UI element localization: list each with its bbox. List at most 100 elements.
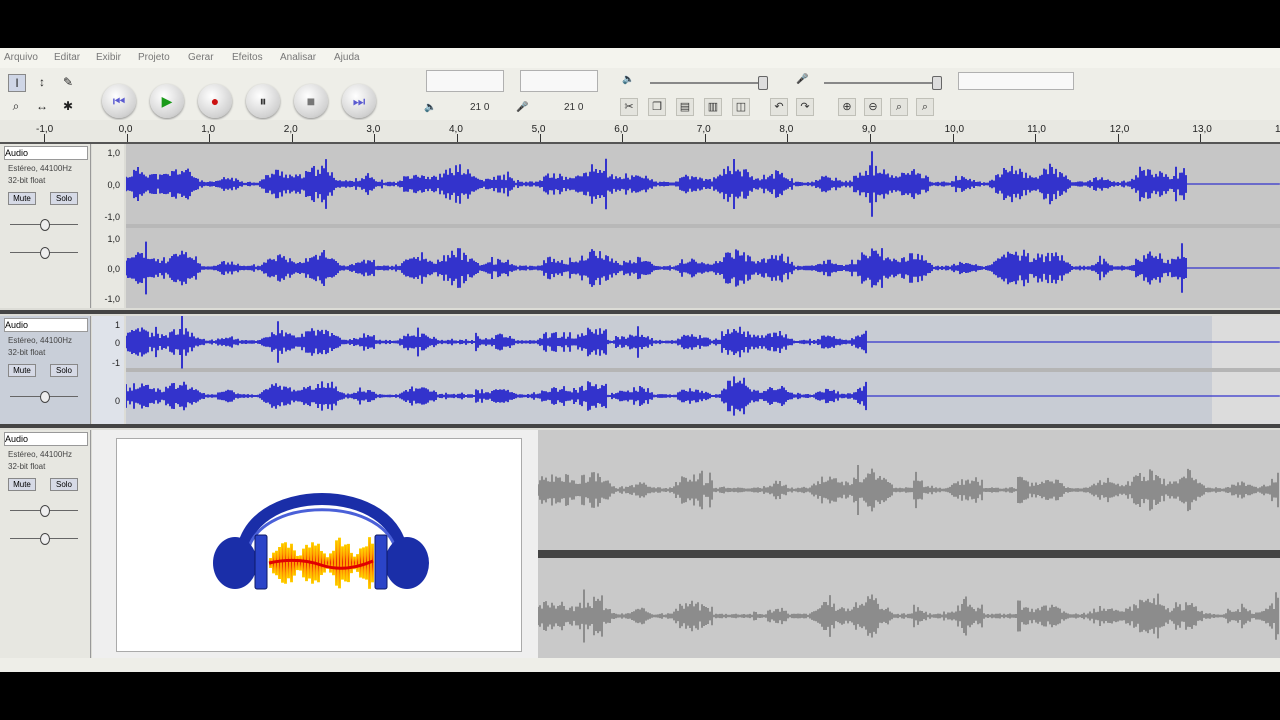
audacity-logo-icon <box>213 493 429 590</box>
ruler-tick-label: 0,0 <box>118 124 133 135</box>
logo-flame-bar <box>338 537 341 589</box>
menu-item-arquivo[interactable]: Arquivo <box>4 52 38 63</box>
track-2-gain-thumb[interactable] <box>40 391 50 403</box>
playback-volume-slider[interactable] <box>650 82 768 84</box>
ruler-tick <box>1035 134 1037 142</box>
track-1-vertical-ruler: 1,0 0,0 -1,0 1,0 0,0 -1,0 <box>92 144 124 308</box>
playback-volume-thumb[interactable] <box>758 76 768 90</box>
track-2-mute-button[interactable]: Mute <box>8 364 36 377</box>
ruler-tick <box>291 134 293 142</box>
logo-flame-bar <box>299 555 302 571</box>
mic-icon: 🎤 <box>516 102 529 113</box>
track-1-pan-thumb[interactable] <box>40 247 50 259</box>
playback-meter-levels: 21 0 <box>470 102 490 113</box>
logo-flame-bar <box>281 543 284 583</box>
logo-flame-bar <box>329 553 332 573</box>
ruler-tick <box>457 134 458 142</box>
menu-item-gerar[interactable]: Gerar <box>188 52 214 63</box>
logo-flame-bar <box>347 543 350 583</box>
ruler-tick-label: 13,0 <box>1192 124 1212 135</box>
track-3-bitdepth: 32-bit float <box>8 462 46 471</box>
cut-icon[interactable]: ✂ <box>620 98 638 116</box>
play-button[interactable]: ▶ <box>150 84 184 118</box>
logo-flame-bar <box>341 546 344 580</box>
ruler-tick-label: 10,0 <box>944 124 965 135</box>
pause-button[interactable]: ⏸ <box>246 84 280 118</box>
playback-meter[interactable] <box>426 70 504 92</box>
copy-icon[interactable]: ❐ <box>648 98 666 116</box>
ruler-tick <box>1200 134 1202 142</box>
track-1-solo-button[interactable]: Solo <box>50 192 78 205</box>
skip-end-button[interactable]: ⏭ <box>342 84 376 118</box>
menu-item-editar[interactable]: Editar <box>54 52 80 63</box>
ruler-tick <box>126 134 128 142</box>
multi-tool-icon[interactable]: ✱ <box>60 98 76 114</box>
logo-flame-bar <box>284 542 287 584</box>
track-3-waveform[interactable] <box>538 430 1280 658</box>
envelope-tool-icon[interactable]: ↕ <box>34 74 50 90</box>
draw-tool-icon[interactable]: ✎ <box>60 74 76 90</box>
ruler-tick-label: 4,0 <box>449 124 463 135</box>
redo-icon[interactable]: ↷ <box>796 98 814 116</box>
ruler-tick <box>44 134 45 142</box>
track-1-waveform[interactable] <box>126 144 1280 308</box>
ruler-tick <box>209 134 211 142</box>
input-device-select[interactable] <box>958 72 1074 90</box>
track-1-name[interactable]: Audio <box>4 146 88 160</box>
record-volume-slider[interactable] <box>824 82 942 84</box>
track-3-gain-thumb[interactable] <box>40 505 50 517</box>
menu-item-efeitos[interactable]: Efeitos <box>232 52 263 63</box>
timeline-ruler[interactable]: -1,0 0,0 1,0 2,0 3,0 4,0 5,0 6,0 7,0 8,0 9,0 10,0 11… <box>0 120 1280 144</box>
track-2-solo-button[interactable]: Solo <box>50 364 78 377</box>
track-2-format: Estéreo, 44100Hz <box>8 336 73 345</box>
stop-button[interactable]: ■ <box>294 84 328 118</box>
zoom-in-icon[interactable]: ⊕ <box>838 98 856 116</box>
volume-icon: 🔈 <box>622 74 635 85</box>
track-3-solo-button[interactable]: Solo <box>50 478 78 491</box>
ruler-tick-label: 12,0 <box>1109 124 1130 135</box>
track-3-pan-thumb[interactable] <box>40 533 50 545</box>
track-1-mute-button[interactable]: Mute <box>8 192 36 205</box>
skip-start-button[interactable]: ⏮ <box>102 84 136 118</box>
fit-project-icon[interactable]: ⌕ <box>916 98 934 116</box>
undo-icon[interactable]: ↶ <box>770 98 788 116</box>
menu-item-exibir[interactable]: Exibir <box>96 52 121 63</box>
audacity-logo-card <box>116 438 522 652</box>
audacity-window: Arquivo Editar Exibir Projeto Gerar Efei… <box>0 48 1280 672</box>
paste-icon[interactable]: ▤ <box>676 98 694 116</box>
fit-selection-icon[interactable]: ⌕ <box>890 98 908 116</box>
logo-flame-bar <box>290 543 293 583</box>
zoom-tool-icon[interactable]: ⌕ <box>8 98 24 114</box>
track-3-mute-button[interactable]: Mute <box>8 478 36 491</box>
silence-icon[interactable]: ◫ <box>732 98 750 116</box>
menu-item-analisar[interactable]: Analisar <box>280 52 316 63</box>
record-meter[interactable] <box>520 70 598 92</box>
track-3-control-panel[interactable]: Audio Estéreo, 44100Hz 32-bit float Mute… <box>0 430 91 658</box>
zoom-out-icon[interactable]: ⊖ <box>864 98 882 116</box>
ruler-tick <box>952 134 954 142</box>
menu-item-projeto[interactable]: Projeto <box>138 52 170 63</box>
logo-flame-bar <box>296 555 299 571</box>
record-volume-thumb[interactable] <box>932 76 942 90</box>
ruler-tick-label: 5,0 <box>531 124 546 135</box>
trim-icon[interactable]: ▥ <box>704 98 722 116</box>
track-2-bitdepth: 32-bit float <box>8 348 46 357</box>
record-meter-levels: 21 0 <box>564 102 584 113</box>
track-2-control-panel[interactable]: Audio Estéreo, 44100Hz 32-bit float Mute… <box>0 316 91 424</box>
logo-flame-bar <box>344 544 347 582</box>
track-2-waveform[interactable] <box>126 316 1280 424</box>
menu-item-ajuda[interactable]: Ajuda <box>334 52 360 63</box>
track-2-name[interactable]: Audio <box>4 318 88 332</box>
ruler-tick-label: 8,0 <box>779 124 794 135</box>
ruler-tick-label: 1,0 <box>201 124 216 135</box>
record-button[interactable]: ● <box>198 84 232 118</box>
timeshift-tool-icon[interactable]: ↔ <box>34 98 50 114</box>
mic-volume-icon: 🎤 <box>796 74 809 85</box>
track-1-gain-thumb[interactable] <box>40 219 50 231</box>
logo-flame-bar <box>323 553 326 573</box>
horizontal-scrollbar[interactable] <box>0 658 1280 672</box>
track-1-control-panel[interactable]: Audio Estéreo, 44100Hz 32-bit float Mute… <box>0 144 91 308</box>
selection-tool-icon[interactable]: I <box>8 74 26 92</box>
track-3-name[interactable]: Audio <box>4 432 88 446</box>
ruler-tick <box>539 134 541 142</box>
